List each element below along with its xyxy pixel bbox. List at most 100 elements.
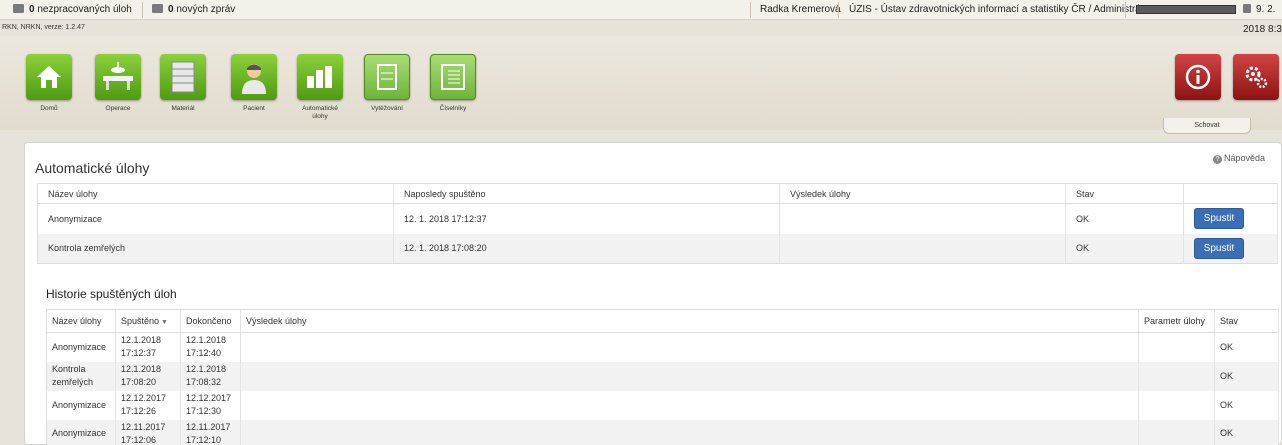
run-task-button[interactable]: Spustit xyxy=(1194,208,1244,230)
messages-label: nových zpráv xyxy=(176,4,236,15)
col-started[interactable]: Spuštěno ▼ xyxy=(115,309,181,333)
toolbar-operation-label: Operace xyxy=(105,105,131,112)
help-icon: ? xyxy=(1212,155,1222,164)
history-result xyxy=(240,419,1139,445)
history-started: 12.11.2017 17:12:06 xyxy=(115,419,181,445)
mail-icon xyxy=(152,4,163,13)
toolbar-operation[interactable]: Operace xyxy=(94,54,142,113)
task-name: Kontrola zemřelých xyxy=(37,233,394,264)
history-title: Historie spuštěných úloh xyxy=(46,287,177,301)
task-result xyxy=(779,233,1066,264)
toolbar-codebooks-label: Číselníky xyxy=(439,105,467,112)
col-started-label: Spuštěno xyxy=(121,316,160,326)
toolbar-extraction-label: Vytěžování xyxy=(371,105,403,112)
tasks-header-row: Název úlohy Naposledy spuštěno Výsledek … xyxy=(37,183,1278,204)
col-action xyxy=(1183,183,1278,204)
history-task-name: Anonymizace xyxy=(46,390,116,420)
toolbar-patient[interactable]: Pacient xyxy=(230,54,278,113)
history-status: OK xyxy=(1214,390,1279,420)
history-status: OK xyxy=(1214,332,1279,362)
automatic-tasks-icon xyxy=(297,54,343,100)
col-result[interactable]: Výsledek úlohy xyxy=(240,309,1139,333)
patient-icon xyxy=(231,54,277,100)
session-progress-bar xyxy=(1136,5,1236,14)
toolbar-automatic-tasks-label: Automatické úlohy xyxy=(302,105,338,120)
history-task-name: Kontrola zemřelých xyxy=(46,361,116,391)
col-finished[interactable]: Dokončeno xyxy=(180,309,241,333)
top-status-bar: 0 nezpracovaných úloh 0 nových zpráv Rad… xyxy=(0,0,1282,35)
toolbar-codebooks[interactable]: Číselníky xyxy=(429,54,477,113)
history-finished: 12.1.2018 17:12:40 xyxy=(180,332,241,362)
col-status[interactable]: Stav xyxy=(1214,309,1279,333)
table-row: Anonymizace 12.1.2018 17:12:37 12.1.2018 1… xyxy=(46,332,1279,362)
history-table: Název úlohy Spuštěno ▼ Dokončeno Výsledek… xyxy=(46,309,1279,445)
unprocessed-tasks-indicator[interactable]: 0 nezpracovaných úloh xyxy=(13,0,132,20)
user-name[interactable]: Radka Kremerová xyxy=(760,0,841,20)
history-status: OK xyxy=(1214,361,1279,391)
history-param xyxy=(1138,390,1215,420)
history-param xyxy=(1138,332,1215,362)
col-param[interactable]: Parametr úlohy xyxy=(1138,309,1215,333)
table-row: Kontrola zemřelých 12. 1. 2018 17:08:20 … xyxy=(37,233,1278,264)
organization-role[interactable]: ÚZIS - Ústav zdravotnických informací a … xyxy=(849,0,1152,20)
col-task-name[interactable]: Název úlohy xyxy=(46,309,116,333)
task-status: OK xyxy=(1065,203,1184,234)
toolbar-automatic-tasks[interactable]: Automatické úlohy xyxy=(296,54,344,121)
material-icon xyxy=(160,54,206,100)
col-status: Stav xyxy=(1065,183,1184,204)
gears-icon xyxy=(1233,54,1279,100)
col-task-name: Název úlohy xyxy=(37,183,394,204)
toolbar-extraction[interactable]: Vytěžování xyxy=(363,54,411,113)
history-finished: 12.1.2018 17:08:32 xyxy=(180,361,241,391)
toolbar-material-label: Materiál xyxy=(171,105,195,112)
toolbar-home[interactable]: Domů xyxy=(25,54,73,113)
calendar-icon xyxy=(1243,4,1251,13)
messages-indicator[interactable]: 0 nových zpráv xyxy=(152,0,235,20)
unprocessed-count: 0 xyxy=(29,4,35,15)
help-label: Nápověda xyxy=(1223,153,1265,163)
table-row: Kontrola zemřelých 12.1.2018 17:08:20 12.… xyxy=(46,361,1279,391)
automatic-tasks-panel: Automatické úlohy ? Nápověda Název úlohy … xyxy=(24,142,1282,445)
history-started: 12.1.2018 17:12:37 xyxy=(115,332,181,362)
task-status: OK xyxy=(1065,233,1184,264)
date-display: 9. 2. 2018 8:3 xyxy=(1243,0,1282,35)
toolbar-home-label: Domů xyxy=(40,105,58,112)
operation-icon xyxy=(95,54,141,100)
task-last-run: 12. 1. 2018 17:12:37 xyxy=(393,203,780,234)
history-task-name: Anonymizace xyxy=(46,419,116,445)
app-version: RKN, NRKN, verze: 1.2.47 xyxy=(2,24,85,31)
main-toolbar: Domů Operace Materiál Pacient Automatick… xyxy=(0,36,1282,130)
info-button[interactable] xyxy=(1174,54,1222,100)
history-started: 12.12.2017 17:12:26 xyxy=(115,390,181,420)
history-started: 12.1.2018 17:08:20 xyxy=(115,361,181,391)
history-param xyxy=(1138,419,1215,445)
history-result xyxy=(240,390,1139,420)
col-last-run: Naposledy spuštěno xyxy=(393,183,780,204)
unprocessed-label: nezpracovaných úloh xyxy=(37,4,132,15)
run-task-button[interactable]: Spustit xyxy=(1194,237,1244,259)
tasks-table: Název úlohy Naposledy spuštěno Výsledek … xyxy=(37,183,1278,264)
toolbar-material[interactable]: Materiál xyxy=(159,54,207,113)
col-result: Výsledek úlohy xyxy=(779,183,1066,204)
table-row: Anonymizace 12.11.2017 17:12:06 12.11.201… xyxy=(46,419,1279,445)
tasks-icon xyxy=(13,4,24,13)
hide-toolbar-tab[interactable]: Schovat xyxy=(1163,118,1251,134)
info-icon xyxy=(1175,54,1221,100)
extraction-icon xyxy=(364,54,410,100)
history-param xyxy=(1138,361,1215,391)
settings-button[interactable] xyxy=(1232,54,1280,100)
home-icon xyxy=(26,54,72,100)
task-last-run: 12. 1. 2018 17:08:20 xyxy=(393,233,780,264)
page-title: Automatické úlohy xyxy=(35,160,150,176)
history-finished: 12.12.2017 17:12:30 xyxy=(180,390,241,420)
history-status: OK xyxy=(1214,419,1279,445)
task-result xyxy=(779,203,1066,234)
history-finished: 12.11.2017 17:12:10 xyxy=(180,419,241,445)
history-task-name: Anonymizace xyxy=(46,332,116,362)
messages-count: 0 xyxy=(168,4,174,15)
task-name: Anonymizace xyxy=(37,203,394,234)
help-link[interactable]: ? Nápověda xyxy=(1212,153,1265,164)
table-row: Anonymizace 12.12.2017 17:12:26 12.12.201… xyxy=(46,390,1279,420)
history-result xyxy=(240,361,1139,391)
toolbar-patient-label: Pacient xyxy=(243,105,265,112)
